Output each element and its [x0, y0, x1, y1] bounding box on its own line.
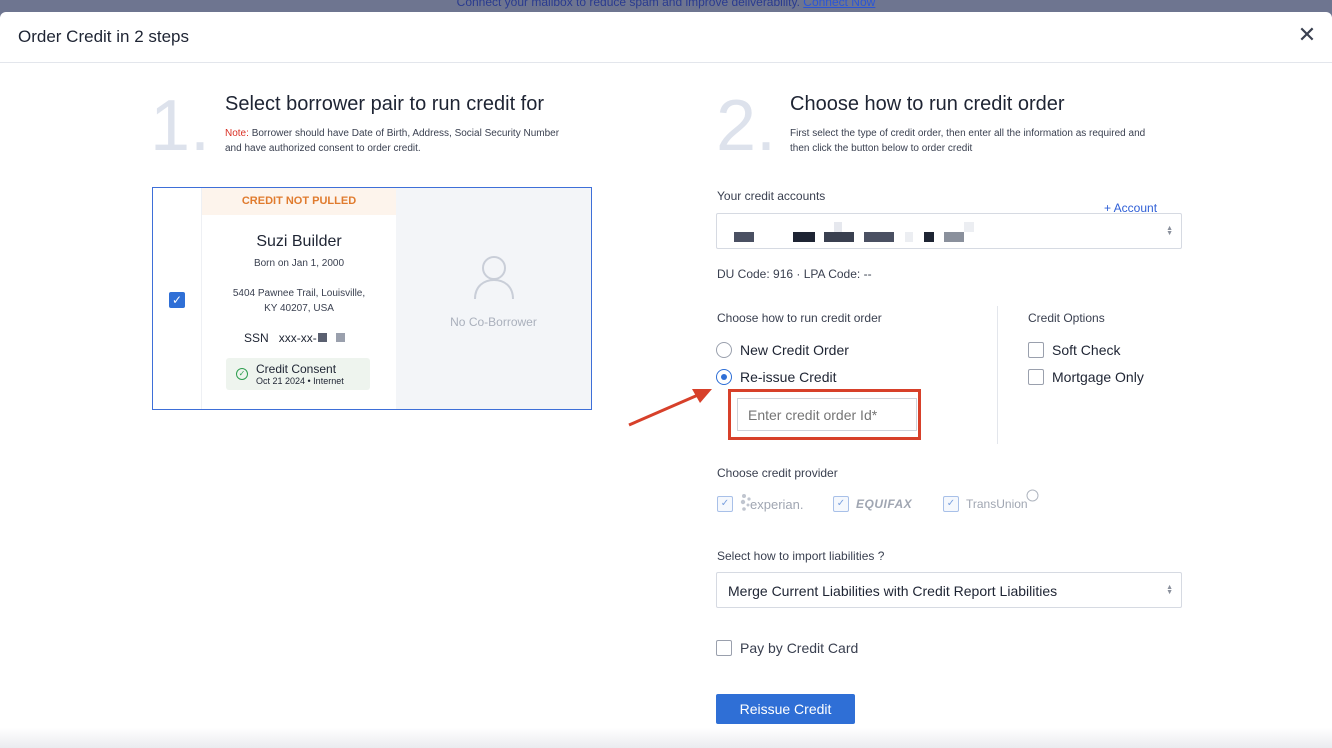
- experian-checkbox[interactable]: ✓: [717, 496, 733, 512]
- redacted-text: [824, 232, 854, 242]
- redacted-text: [834, 222, 842, 232]
- co-borrower-slot: No Co-Borrower: [396, 188, 591, 409]
- transunion-checkbox[interactable]: ✓: [943, 496, 959, 512]
- redacted-text: [964, 222, 974, 232]
- redacted-text: [734, 232, 754, 242]
- reissue-credit-label[interactable]: Re-issue Credit: [740, 369, 836, 385]
- select-caret-icon: ▲ ▼: [1166, 584, 1173, 596]
- reissue-credit-button[interactable]: Reissue Credit: [716, 694, 855, 724]
- highlight-box: [728, 389, 921, 440]
- redacted-text: [905, 232, 913, 242]
- credit-accounts-label: Your credit accounts: [717, 189, 826, 203]
- mortgage-only-label[interactable]: Mortgage Only: [1052, 369, 1144, 385]
- code-separator: ·: [796, 267, 801, 281]
- order-credit-modal: Order Credit in 2 steps ✕ 1. Select borr…: [0, 12, 1332, 748]
- banner-text: Connect your mailbox to reduce spam and …: [456, 0, 800, 9]
- redacted-text: [924, 232, 934, 242]
- credit-options-label: Credit Options: [1028, 311, 1105, 325]
- credit-account-select[interactable]: ▲ ▼: [716, 213, 1182, 249]
- close-icon[interactable]: ✕: [1296, 24, 1318, 46]
- credit-order-id-input[interactable]: [737, 398, 917, 431]
- person-icon: [474, 256, 514, 300]
- borrower-ssn: SSN xxx-xx-: [244, 331, 345, 345]
- top-banner: Connect your mailbox to reduce spam and …: [0, 0, 1332, 12]
- address-line-2: KY 40207, USA: [264, 303, 334, 314]
- reissue-credit-radio[interactable]: [716, 369, 732, 385]
- experian-logo: experian.: [750, 497, 804, 512]
- run-order-label: Choose how to run credit order: [717, 311, 882, 325]
- step-2-description: First select the type of credit order, t…: [790, 126, 1145, 156]
- redacted-text: [864, 232, 894, 242]
- redacted-text: [793, 232, 815, 242]
- borrower-name: Suzi Builder: [256, 233, 342, 250]
- pay-by-credit-card-checkbox[interactable]: [716, 640, 732, 656]
- step-2-title: Choose how to run credit order: [790, 93, 1065, 115]
- note-line-2: and have authorized consent to order cre…: [225, 143, 421, 154]
- ssn-redaction: [317, 333, 327, 342]
- transunion-logo: TransUnion: [966, 497, 1028, 511]
- check-circle-icon: ✓: [236, 368, 248, 380]
- borrower-select-column: ✓: [153, 188, 201, 409]
- borrower-address: 5404 Pawnee Trail, Louisville, KY 40207,…: [202, 286, 396, 316]
- new-credit-order-radio[interactable]: [716, 342, 732, 358]
- borrower-pair-card[interactable]: ✓ CREDIT NOT PULLED Suzi Builder Born on…: [152, 187, 592, 410]
- modal-title: Order Credit in 2 steps: [18, 27, 190, 46]
- borrower-birthdate: Born on Jan 1, 2000: [253, 258, 345, 269]
- ssn-redaction: [335, 333, 345, 342]
- du-lpa-codes: DU Code: 916 · LPA Code: --: [717, 267, 872, 281]
- note-line-1: Borrower should have Date of Birth, Addr…: [251, 128, 560, 139]
- soft-check-label[interactable]: Soft Check: [1052, 342, 1120, 358]
- du-code-label: DU Code:: [717, 267, 770, 281]
- desc-line-2: then click the button below to order cre…: [790, 143, 973, 154]
- step-2-number: 2.: [716, 86, 777, 166]
- annotation-arrow-icon: [628, 389, 712, 427]
- mortgage-only-checkbox[interactable]: [1028, 369, 1044, 385]
- new-credit-order-label[interactable]: New Credit Order: [740, 342, 849, 358]
- step-1-number: 1.: [150, 86, 211, 166]
- options-divider: [997, 306, 998, 444]
- ssn-label: SSN: [244, 331, 269, 345]
- liabilities-selected-value: Merge Current Liabilities with Credit Re…: [728, 583, 1058, 599]
- ssn-value: xxx-xx-: [278, 331, 317, 345]
- consent-title: Credit Consent: [256, 362, 337, 376]
- step-1-note: Note: Borrower should have Date of Birth…: [225, 126, 559, 156]
- equifax-checkbox[interactable]: ✓: [833, 496, 849, 512]
- credit-provider-label: Choose credit provider: [717, 466, 838, 480]
- credit-status-badge: CREDIT NOT PULLED: [202, 188, 396, 215]
- liabilities-select[interactable]: Merge Current Liabilities with Credit Re…: [716, 572, 1182, 608]
- lpa-code-value: --: [863, 267, 872, 281]
- transunion-badge-icon: [1026, 489, 1039, 502]
- liabilities-label: Select how to import liabilities ?: [717, 549, 885, 563]
- pay-by-credit-card-label[interactable]: Pay by Credit Card: [740, 640, 858, 656]
- equifax-logo: EQUIFAX: [856, 497, 913, 511]
- bottom-fade: [0, 728, 1332, 748]
- connect-now-link[interactable]: Connect Now: [803, 0, 875, 9]
- soft-check-checkbox[interactable]: [1028, 342, 1044, 358]
- du-code-value: 916: [773, 267, 794, 281]
- modal-header: Order Credit in 2 steps ✕: [0, 12, 1332, 63]
- credit-consent-badge: ✓ Credit Consent Oct 21 2024 • Internet: [226, 358, 370, 390]
- consent-date: Oct 21 2024 • Internet: [256, 376, 344, 386]
- address-line-1: 5404 Pawnee Trail, Louisville,: [232, 288, 366, 299]
- step-1-title: Select borrower pair to run credit for: [225, 93, 545, 115]
- redacted-text: [944, 232, 964, 242]
- desc-line-1: First select the type of credit order, t…: [790, 128, 1146, 139]
- note-label: Note:: [225, 128, 249, 139]
- borrower-card: CREDIT NOT PULLED Suzi Builder Born on J…: [201, 188, 396, 409]
- select-caret-icon: ▲ ▼: [1166, 225, 1173, 237]
- no-co-borrower-text: No Co-Borrower: [450, 315, 537, 329]
- lpa-code-label: LPA Code:: [803, 267, 861, 281]
- borrower-select-checkbox[interactable]: ✓: [169, 292, 185, 308]
